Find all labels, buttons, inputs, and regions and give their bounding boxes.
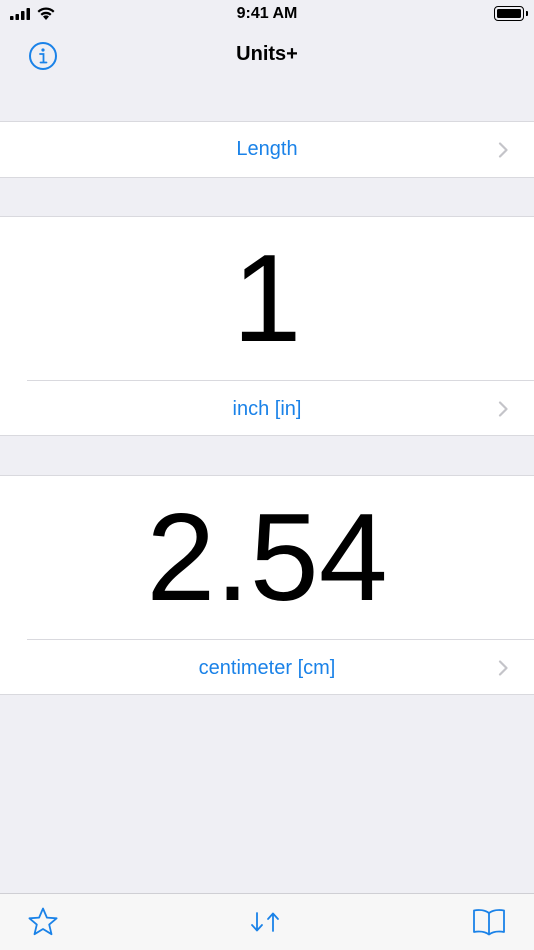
status-bar: 9:41 AM (0, 0, 534, 28)
battery-level (497, 9, 521, 18)
chevron-right-icon (498, 141, 508, 158)
status-time: 9:41 AM (236, 5, 298, 22)
input-value[interactable]: 1 (0, 217, 534, 380)
output-unit-label: centimeter [cm] (198, 656, 336, 679)
app-screen: 9:41 AM Units+ Length 1 inch [in] 2.54 c… (0, 0, 534, 950)
battery-icon (494, 6, 524, 21)
book-icon[interactable] (471, 907, 507, 937)
output-section: 2.54 centimeter [cm] (0, 475, 534, 695)
page-title: Units+ (236, 43, 298, 65)
input-unit-selector[interactable]: inch [in] (0, 381, 534, 437)
tab-bar (0, 893, 534, 950)
output-value: 2.54 (146, 488, 388, 627)
input-unit-label: inch [in] (232, 397, 302, 420)
category-label: Length (236, 138, 298, 160)
chevron-right-icon (498, 660, 508, 676)
input-section: 1 inch [in] (0, 216, 534, 436)
category-selector[interactable]: Length (0, 121, 534, 178)
swap-arrows-icon[interactable] (249, 910, 283, 934)
output-unit-selector[interactable]: centimeter [cm] (0, 640, 534, 696)
star-icon[interactable] (27, 906, 59, 938)
navigation-bar: Units+ (0, 28, 534, 82)
battery-tip (526, 11, 528, 16)
chevron-right-icon (498, 401, 508, 417)
